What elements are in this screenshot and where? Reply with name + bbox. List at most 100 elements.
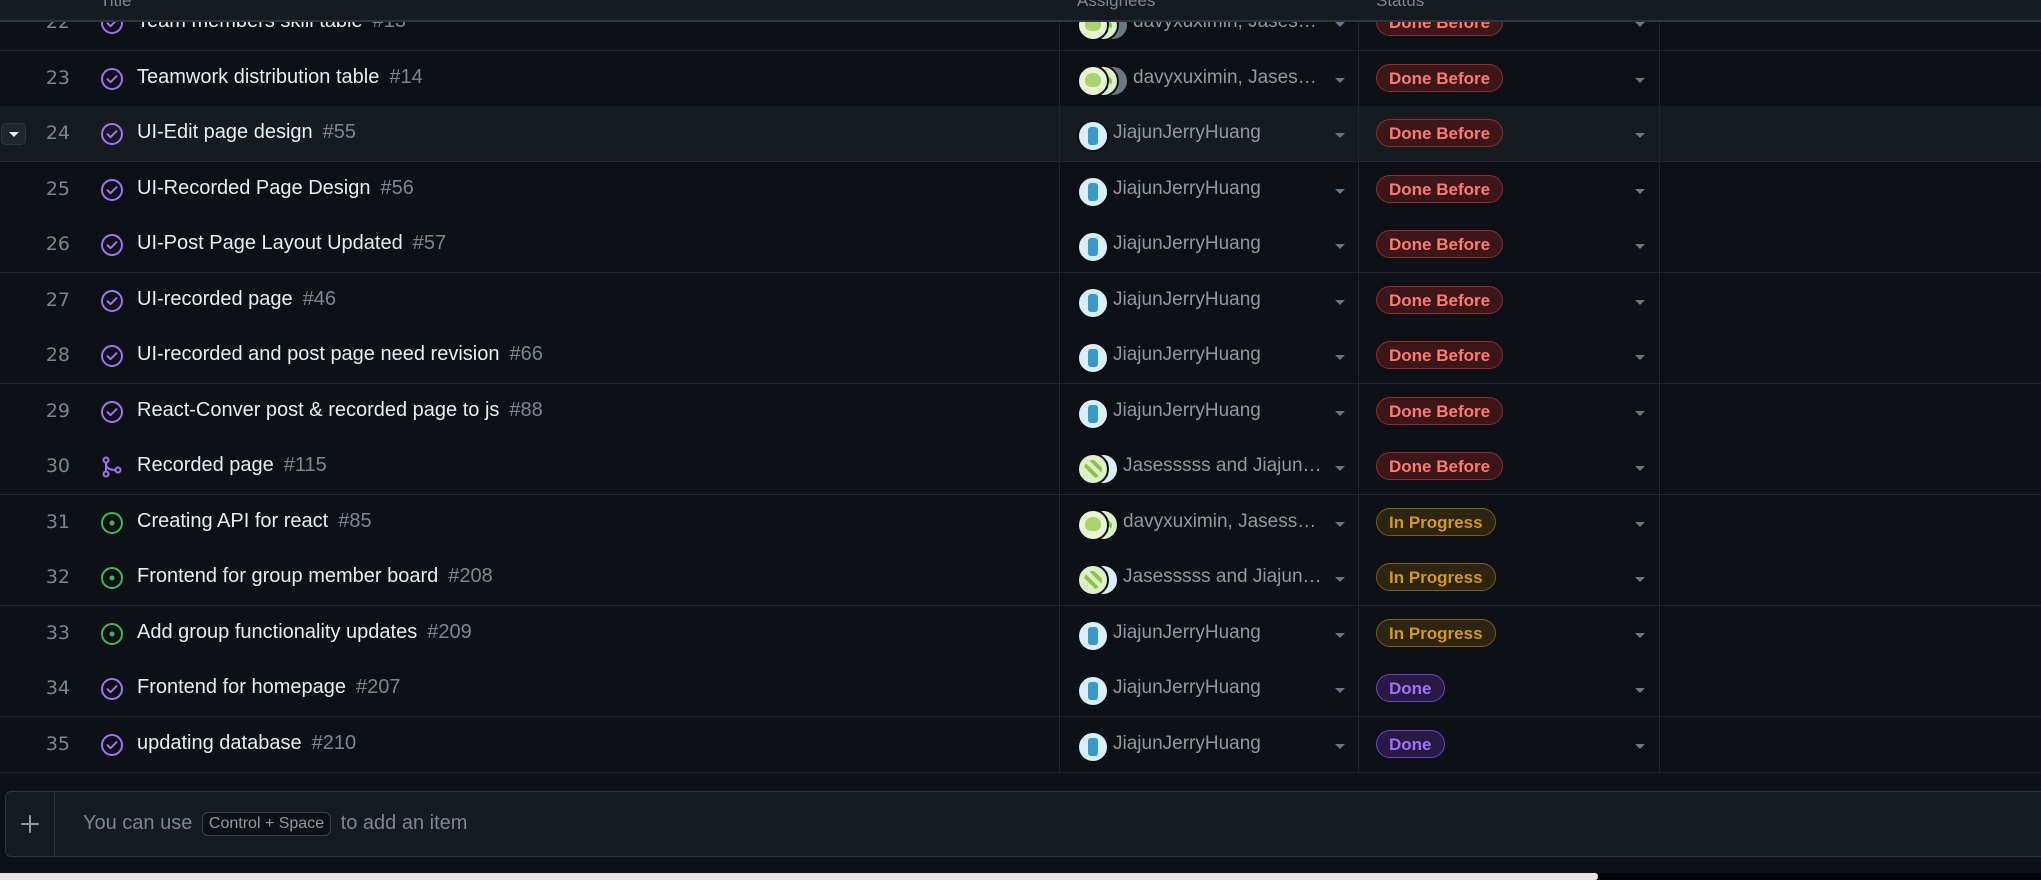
chevron-down-icon[interactable] [1634,632,1646,639]
table-row[interactable]: 28 UI-recorded and post page need revisio… [0,328,2041,384]
chevron-down-icon[interactable] [1634,132,1646,139]
table-row[interactable]: 35 updating database #210 JiajunJerryHuang D… [0,716,2041,773]
chevron-down-icon[interactable] [1634,410,1646,417]
status-badge[interactable]: Done [1376,674,1445,702]
item-title[interactable]: UI-Edit page design #55 [137,121,356,144]
table-row[interactable]: 24 UI-Edit page design #55 JiajunJerryHuang… [0,106,2041,162]
chevron-down-icon[interactable] [1334,687,1346,694]
item-title[interactable]: UI-recorded and post page need revision #… [137,343,543,366]
chevron-down-icon[interactable] [1334,743,1346,750]
item-title-text[interactable]: UI-recorded and post page need revision [137,343,499,365]
status-badge[interactable]: Done Before [1376,452,1504,480]
column-header-status[interactable]: Status [1376,0,1424,11]
chevron-down-icon[interactable] [1634,576,1646,583]
item-title-text[interactable]: Recorded page [137,454,274,476]
table-row[interactable]: 27 UI-recorded page #46 JiajunJerryHuang Don… [0,272,2041,329]
chevron-down-icon[interactable] [1634,521,1646,528]
item-title[interactable]: UI-Post Page Layout Updated #57 [137,232,446,255]
horizontal-scrollbar[interactable] [0,873,2041,880]
status-badge[interactable]: In Progress [1376,507,1496,536]
item-title-text[interactable]: Frontend for group member board [137,565,438,587]
assignee-names[interactable]: JiajunJerryHuang [1113,400,1261,422]
chevron-down-icon[interactable] [1634,21,1646,28]
table-row[interactable]: 26 UI-Post Page Layout Updated #57 JiajunJe… [0,217,2041,273]
chevron-down-icon[interactable] [1334,132,1346,139]
status-badge[interactable]: Done Before [1376,119,1504,147]
item-title[interactable]: React-Conver post & recorded page to js #… [137,399,543,422]
chevron-down-icon[interactable] [1634,77,1646,84]
chevron-down-icon[interactable] [1334,188,1346,195]
table-row[interactable]: 31 Creating API for react #85 davyxuximin, … [0,494,2041,551]
assignee-names[interactable]: JiajunJerryHuang [1113,178,1261,200]
column-header-title[interactable]: Title [100,0,132,11]
item-title-text[interactable]: UI-recorded page [137,288,293,310]
chevron-down-icon[interactable] [1334,521,1346,528]
item-title[interactable]: Creating API for react #85 [137,510,372,533]
chevron-down-icon[interactable] [1634,299,1646,306]
item-title-text[interactable]: Creating API for react [137,510,328,532]
chevron-down-icon[interactable] [1634,354,1646,361]
assignee-names[interactable]: JiajunJerryHuang [1113,733,1261,755]
table-row[interactable]: 32 Frontend for group member board #208 Jas… [0,550,2041,606]
assignee-names[interactable]: JiajunJerryHuang [1113,122,1261,144]
item-title-text[interactable]: Teamwork distribution table [137,66,379,88]
assignee-names[interactable]: JiajunJerryHuang [1113,289,1261,311]
chevron-down-icon[interactable] [1634,687,1646,694]
add-item-button[interactable] [6,792,55,856]
status-badge[interactable]: Done [1376,729,1445,758]
chevron-down-icon[interactable] [1334,354,1346,361]
item-title-text[interactable]: Frontend for homepage [137,676,346,698]
chevron-down-icon[interactable] [1634,243,1646,250]
table-row[interactable]: 34 Frontend for homepage #207 JiajunJerryHu… [0,661,2041,717]
item-title[interactable]: UI-Recorded Page Design #56 [137,177,414,200]
assignee-names[interactable]: JiajunJerryHuang [1113,233,1261,255]
status-badge[interactable]: Done Before [1376,174,1504,203]
item-title[interactable]: updating database #210 [137,732,356,755]
status-badge[interactable]: Done Before [1376,396,1504,425]
assignee-names[interactable]: JiajunJerryHuang [1113,344,1261,366]
chevron-down-icon[interactable] [1334,465,1346,472]
chevron-down-icon[interactable] [1334,576,1346,583]
chevron-down-icon[interactable] [1634,465,1646,472]
chevron-down-icon[interactable] [1334,77,1346,84]
item-title[interactable]: Add group functionality updates #209 [137,621,472,644]
status-badge[interactable]: Done Before [1376,230,1504,258]
status-badge[interactable]: Done Before [1376,285,1504,314]
scrollbar-thumb[interactable] [0,873,1598,880]
item-title-text[interactable]: UI-Edit page design [137,121,313,143]
assignee-names[interactable]: davyxuximin, Jasess… [1123,511,1316,533]
table-row[interactable]: 25 UI-Recorded Page Design #56 JiajunJerryH… [0,161,2041,218]
table-row[interactable]: 29 React-Conver post & recorded page to j… [0,383,2041,440]
assignee-names[interactable]: Jasesssss and Jiajun… [1123,566,1322,588]
column-header-assignees[interactable]: Assignees [1077,0,1155,11]
item-title-text[interactable]: UI-Recorded Page Design [137,177,370,199]
table-row[interactable]: 33 Add group functionality updates #209 Jia… [0,605,2041,662]
status-badge[interactable]: Done Before [1376,63,1504,92]
item-title-text[interactable]: UI-Post Page Layout Updated [137,232,403,254]
table-row[interactable]: 23 Teamwork distribution table #14 davyxuxi… [0,50,2041,107]
status-badge[interactable]: Done Before [1376,341,1504,369]
item-title[interactable]: Frontend for group member board #208 [137,565,493,588]
item-title-text[interactable]: updating database [137,732,302,754]
item-title[interactable]: Teamwork distribution table #14 [137,66,423,89]
item-title[interactable]: Recorded page #115 [137,454,327,477]
chevron-down-icon[interactable] [1334,21,1346,28]
chevron-down-icon[interactable] [1334,243,1346,250]
assignee-names[interactable]: JiajunJerryHuang [1113,677,1261,699]
chevron-down-icon[interactable] [1634,188,1646,195]
item-title[interactable]: Frontend for homepage #207 [137,676,401,699]
status-badge[interactable]: In Progress [1376,618,1496,647]
chevron-down-icon[interactable] [1334,410,1346,417]
assignee-names[interactable]: Jasesssss and Jiajun… [1123,455,1322,477]
item-title[interactable]: UI-recorded page #46 [137,288,336,311]
add-item-bar[interactable]: You can use Control + Space to add an it… [5,791,2041,857]
item-title-text[interactable]: React-Conver post & recorded page to js [137,399,499,421]
assignee-names[interactable]: davyxuximin, Jases… [1133,67,1317,89]
chevron-down-icon[interactable] [1634,743,1646,750]
item-title-text[interactable]: Add group functionality updates [137,621,417,643]
status-badge[interactable]: In Progress [1376,563,1496,591]
assignee-names[interactable]: JiajunJerryHuang [1113,622,1261,644]
chevron-down-icon[interactable] [1334,299,1346,306]
chevron-down-icon[interactable] [1334,632,1346,639]
table-row[interactable]: 30 Recorded page #115 Jasesssss and Jiajun…… [0,439,2041,495]
